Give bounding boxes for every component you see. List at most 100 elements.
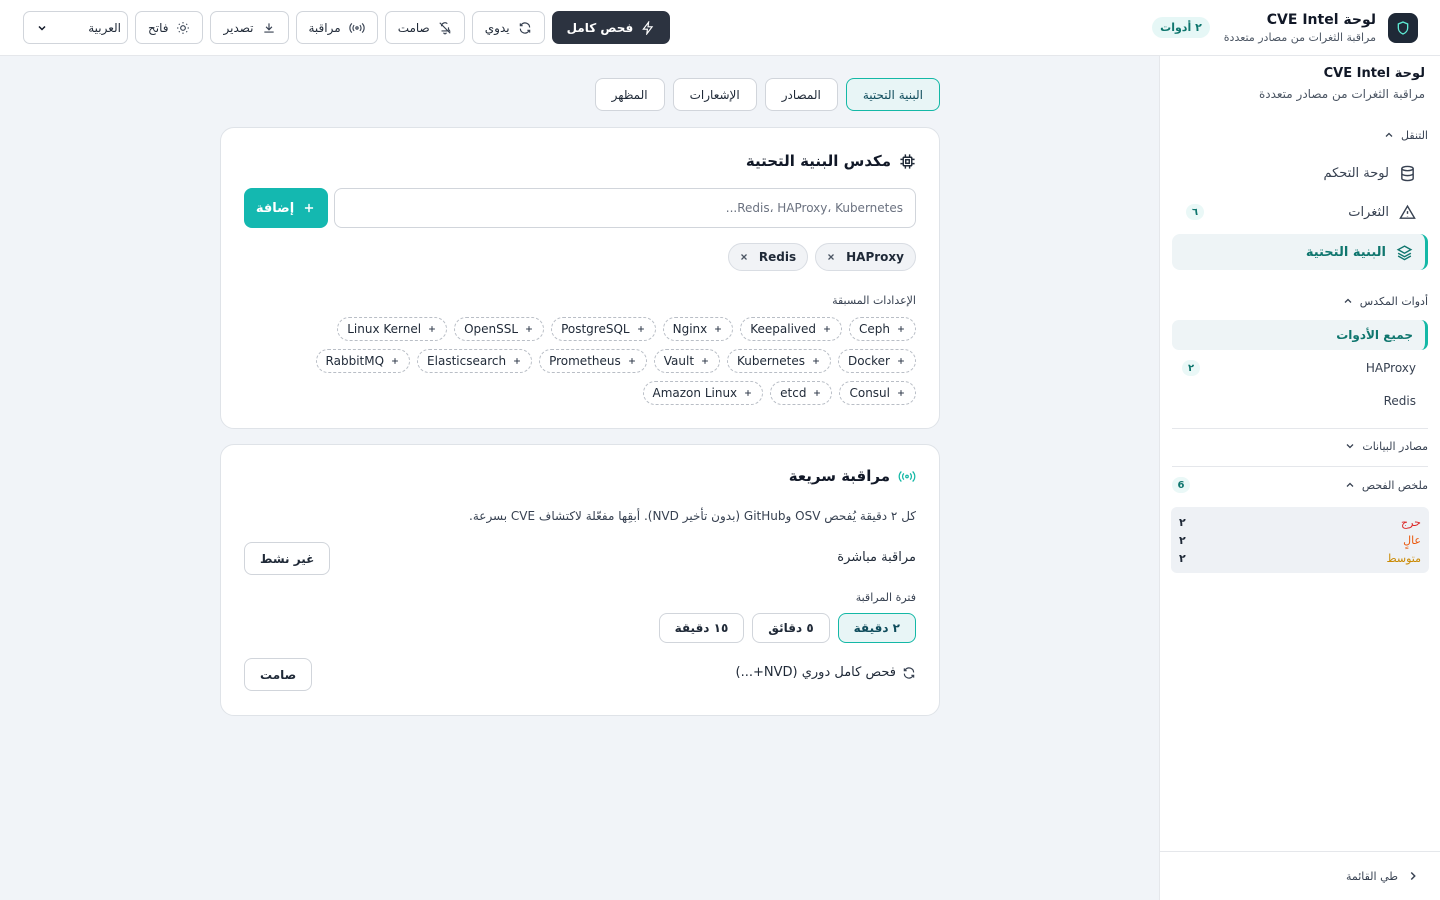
chevron-down-icon <box>36 22 48 34</box>
close-icon[interactable] <box>739 252 749 262</box>
tool-item-label: Redis <box>1383 394 1416 408</box>
silent-label: صامت <box>397 20 430 35</box>
language-select[interactable]: العربية <box>23 11 128 44</box>
tools-count-badge: ٢ أدوات <box>1152 17 1210 38</box>
scan-summary-label: ملخص الفحص <box>1361 478 1428 492</box>
data-sources-toggle[interactable]: مصادر البيانات <box>1172 435 1428 457</box>
tab-infrastructure[interactable]: البنية التحتية <box>845 78 940 111</box>
preset-label: Prometheus <box>549 354 621 368</box>
export-label: تصدير <box>223 20 254 35</box>
card-title: مراقبة سريعة <box>789 467 916 485</box>
brand: لوحة CVE Intel مراقبة الثغرات من مصادر م… <box>1152 12 1418 44</box>
summary-row-critical: حرج ٢ <box>1179 513 1421 531</box>
refresh-icon <box>902 666 916 680</box>
divider <box>1172 466 1428 467</box>
plus-icon <box>743 388 753 398</box>
silent-button[interactable]: صامت <box>384 11 465 44</box>
plus-icon <box>627 356 637 366</box>
monitor-button[interactable]: مراقبة <box>295 11 378 44</box>
preset-chip[interactable]: Keepalived <box>740 317 843 341</box>
preset-label: Ceph <box>859 322 890 336</box>
severity-count: ٢ <box>1179 515 1186 529</box>
sidebar-item-vulnerabilities[interactable]: الثغرات ٦ <box>1172 194 1428 230</box>
scan-summary-toggle[interactable]: ملخص الفحص 6 <box>1172 474 1428 496</box>
card-title: مكدس البنية التحتية <box>746 152 916 170</box>
tab-appearance[interactable]: المظهر <box>594 78 665 111</box>
plus-icon <box>896 356 906 366</box>
language-value: العربية <box>88 20 121 35</box>
bell-off-icon <box>438 21 452 35</box>
preset-chip[interactable]: Linux Kernel <box>337 317 448 341</box>
monitor-description: كل ٢ دقيقة يُفحص OSV وGitHub (بدون تأخير… <box>469 509 916 523</box>
tool-item-haproxy[interactable]: HAProxy ٢ <box>1172 353 1428 383</box>
collapse-sidebar-button[interactable]: طي القائمة <box>1160 851 1440 900</box>
interval-option-2min[interactable]: ٢ دقيقة <box>837 613 916 643</box>
tool-name-input[interactable] <box>334 188 916 228</box>
full-scan-button[interactable]: فحص كامل <box>551 11 671 44</box>
preset-chip[interactable]: Prometheus <box>539 349 647 373</box>
sidebar-subtitle: مراقبة الثغرات من مصادر متعددة <box>1258 87 1425 101</box>
preset-chip[interactable]: RabbitMQ <box>315 349 411 373</box>
nav-section-toggle[interactable]: التنقل <box>1172 124 1428 146</box>
refresh-icon <box>518 21 532 35</box>
monitor-label: مراقبة <box>308 20 341 35</box>
tab-sources[interactable]: المصادر <box>764 78 838 111</box>
chevron-down-icon <box>1344 440 1356 452</box>
add-tool-button[interactable]: إضافة <box>244 188 328 228</box>
preset-chip[interactable]: Ceph <box>849 317 916 341</box>
warning-triangle-icon <box>1399 204 1416 221</box>
add-tool-label: إضافة <box>255 200 295 216</box>
preset-chip[interactable]: etcd <box>770 381 833 405</box>
plus-icon <box>427 324 437 334</box>
preset-chip[interactable]: Amazon Linux <box>642 381 764 405</box>
preset-label: Docker <box>847 354 890 368</box>
full-scan-label: فحص كامل <box>566 20 634 35</box>
severity-count: ٢ <box>1179 551 1186 565</box>
close-icon[interactable] <box>826 252 836 262</box>
live-monitor-label: مراقبة مباشرة <box>837 550 916 565</box>
preset-chip[interactable]: Elasticsearch <box>417 349 533 373</box>
chevron-up-icon <box>1344 479 1356 491</box>
sidebar: لوحة CVE Intel مراقبة الثغرات من مصادر م… <box>1159 56 1440 900</box>
plus-icon <box>811 356 821 366</box>
card-title-text: مراقبة سريعة <box>788 467 890 485</box>
preset-chip[interactable]: Consul <box>839 381 916 405</box>
preset-chip[interactable]: OpenSSL <box>454 317 545 341</box>
download-icon <box>262 21 276 35</box>
periodic-scan-toggle[interactable]: صامت <box>244 658 313 691</box>
preset-list: Ceph Keepalived Nginx PostgreSQL OpenSSL… <box>296 317 916 405</box>
sidebar-item-label: لوحة التحكم <box>1323 165 1389 181</box>
tab-notifications[interactable]: الإشعارات <box>672 78 757 111</box>
manual-button[interactable]: يدوي <box>471 11 545 44</box>
preset-chip[interactable]: Docker <box>837 349 916 373</box>
preset-label: PostgreSQL <box>561 322 630 336</box>
interval-option-5min[interactable]: ٥ دقائق <box>752 613 830 643</box>
preset-label: Vault <box>663 354 695 368</box>
radio-waves-icon <box>898 469 916 484</box>
preset-chip[interactable]: Kubernetes <box>727 349 831 373</box>
chevron-right-icon <box>1406 869 1420 883</box>
summary-row-medium: متوسط ٢ <box>1179 549 1421 567</box>
tool-item-redis[interactable]: Redis <box>1172 386 1428 416</box>
theme-toggle-button[interactable]: فاتح <box>135 11 204 44</box>
export-button[interactable]: تصدير <box>210 11 289 44</box>
preset-label: Keepalived <box>750 322 817 336</box>
plus-icon <box>700 356 710 366</box>
chevron-up-icon <box>1342 295 1354 307</box>
live-monitor-toggle[interactable]: غير نشط <box>244 542 331 575</box>
preset-label: RabbitMQ <box>325 354 385 368</box>
preset-chip[interactable]: PostgreSQL <box>551 317 656 341</box>
header-actions: العربية فاتح تصدير مراقبة صامت يدوي فحص … <box>23 11 671 44</box>
preset-chip[interactable]: Vault <box>653 349 721 373</box>
preset-label: Elasticsearch <box>427 354 507 368</box>
interval-option-15min[interactable]: ١٥ دقيقة <box>658 613 745 643</box>
tools-section-toggle[interactable]: أدوات المكدس <box>1172 290 1428 312</box>
sidebar-item-infrastructure[interactable]: البنية التحتية <box>1172 234 1428 270</box>
selected-tools: HAProxy Redis <box>727 243 916 271</box>
database-icon <box>1399 165 1416 182</box>
preset-chip[interactable]: Nginx <box>662 317 734 341</box>
tools-section-label: أدوات المكدس <box>1359 294 1428 308</box>
chevron-up-icon <box>1383 129 1395 141</box>
tool-item-all[interactable]: جميع الأدوات <box>1172 320 1428 350</box>
sidebar-item-dashboard[interactable]: لوحة التحكم <box>1172 155 1428 191</box>
